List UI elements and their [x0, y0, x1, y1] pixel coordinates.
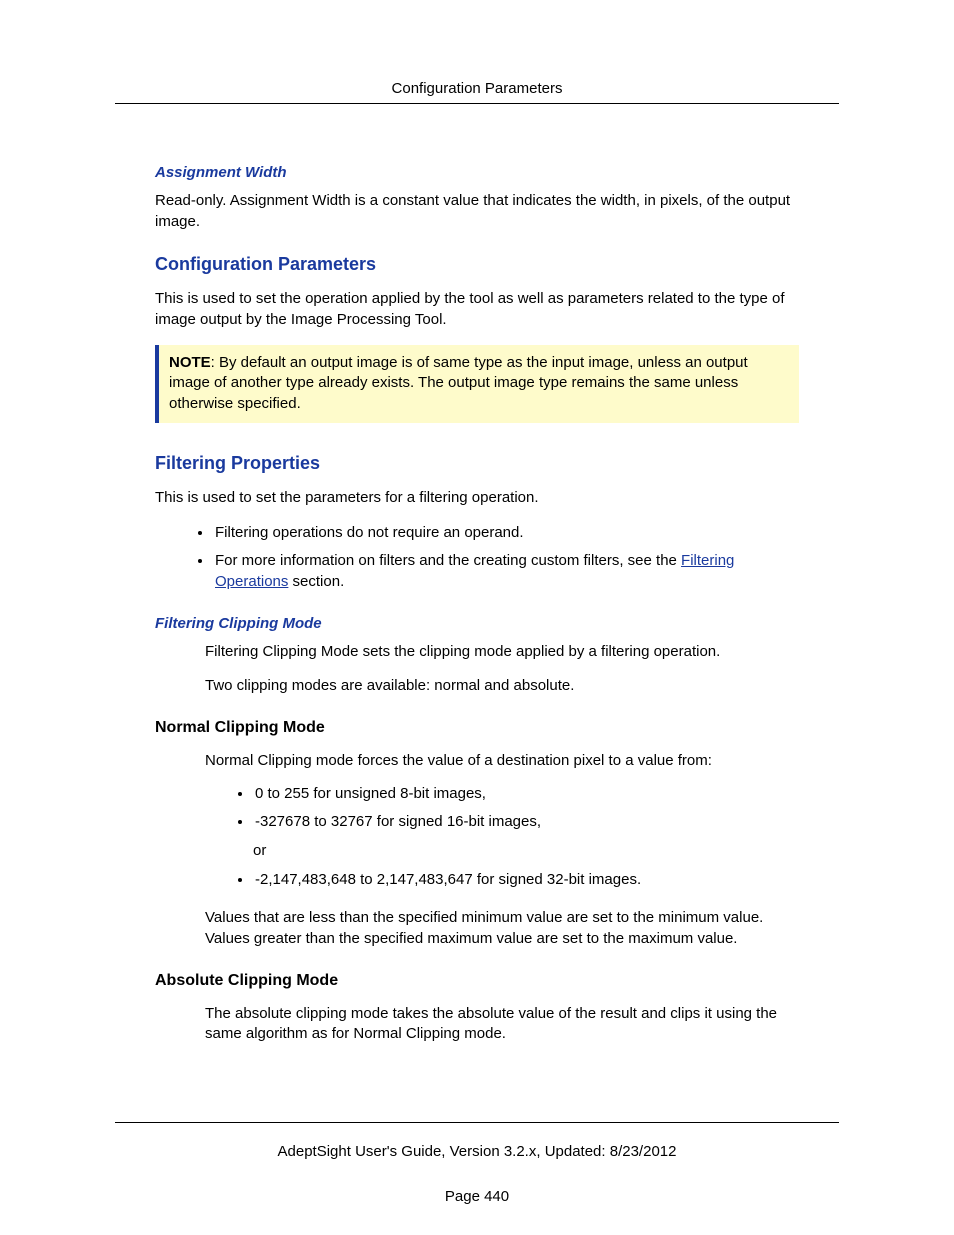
- list-item: For more information on filters and the …: [213, 551, 799, 592]
- normal-clipping-p1: Normal Clipping mode forces the value of…: [205, 751, 799, 772]
- filtering-clipping-mode-p1: Filtering Clipping Mode sets the clippin…: [205, 642, 799, 663]
- footer-rule: [115, 1122, 839, 1123]
- normal-clipping-p2: Values that are less than the specified …: [205, 908, 799, 949]
- config-params-body: This is used to set the operation applie…: [155, 289, 799, 330]
- header-rule: [115, 103, 839, 104]
- filtering-properties-intro: This is used to set the parameters for a…: [155, 488, 799, 509]
- normal-clipping-bullets: 0 to 255 for unsigned 8-bit images, -327…: [205, 784, 799, 891]
- filtering-clipping-mode-p2: Two clipping modes are available: normal…: [205, 676, 799, 697]
- bullet-text-before: For more information on filters and the …: [215, 552, 681, 569]
- note-box: NOTE: By default an output image is of s…: [155, 345, 799, 423]
- list-item: -2,147,483,648 to 2,147,483,647 for sign…: [253, 870, 799, 891]
- normal-clipping-heading: Normal Clipping Mode: [155, 719, 799, 737]
- absolute-clipping-heading: Absolute Clipping Mode: [155, 972, 799, 990]
- config-params-heading: Configuration Parameters: [155, 254, 799, 275]
- filtering-clipping-mode-heading: Filtering Clipping Mode: [155, 615, 799, 632]
- filtering-properties-bullets: Filtering operations do not require an o…: [155, 523, 799, 593]
- footer: AdeptSight User's Guide, Version 3.2.x, …: [115, 1122, 839, 1205]
- assignment-width-body: Read-only. Assignment Width is a constan…: [155, 191, 799, 232]
- footer-line: AdeptSight User's Guide, Version 3.2.x, …: [115, 1143, 839, 1160]
- note-label: NOTE: [169, 354, 211, 371]
- absolute-clipping-p1: The absolute clipping mode takes the abs…: [205, 1004, 799, 1045]
- header-title: Configuration Parameters: [115, 80, 839, 97]
- bullet-text-after: section.: [288, 573, 344, 590]
- list-item: 0 to 255 for unsigned 8-bit images,: [253, 784, 799, 805]
- list-item: Filtering operations do not require an o…: [213, 523, 799, 544]
- filtering-properties-heading: Filtering Properties: [155, 453, 799, 474]
- note-body: : By default an output image is of same …: [169, 354, 748, 412]
- assignment-width-heading: Assignment Width: [155, 164, 799, 181]
- page-number: Page 440: [115, 1188, 839, 1205]
- list-item: -327678 to 32767 for signed 16-bit image…: [253, 812, 799, 833]
- list-item-or: or: [238, 841, 799, 862]
